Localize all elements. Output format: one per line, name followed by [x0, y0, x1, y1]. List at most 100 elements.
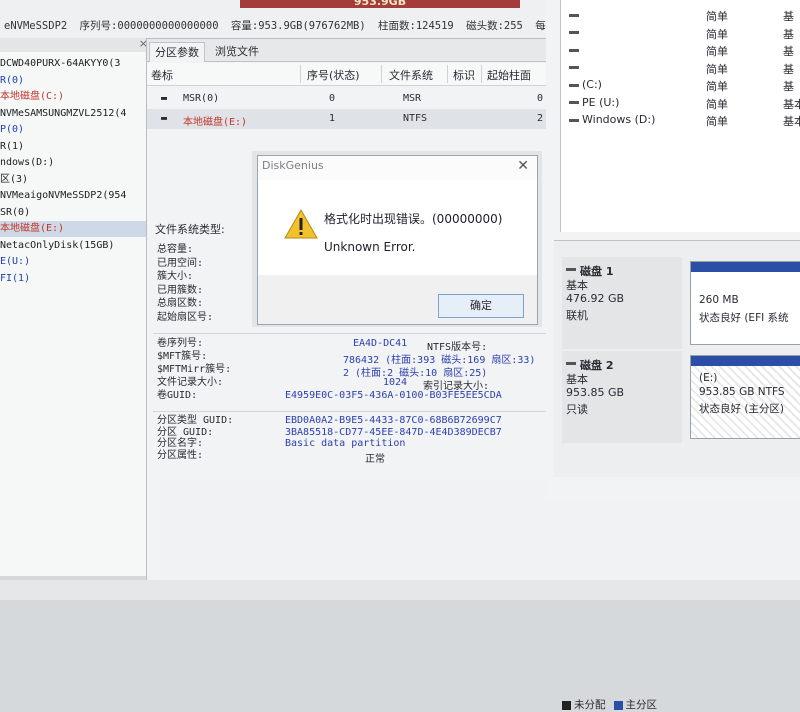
disk-layout: 磁盘 1 基本 476.92 GB 联机 260 MB 状态良好 (EFI 系统 磁盘 2基…	[554, 240, 800, 711]
volume-row[interactable]: PE (U:) 简单 基本	[561, 94, 800, 112]
disk-state: 只读	[566, 403, 588, 416]
volume-icon	[569, 83, 579, 87]
cylinders-label: 柱面数:	[377, 20, 416, 32]
volume-name	[569, 61, 582, 74]
fs-type-title: 文件系统类型:	[155, 223, 225, 236]
volume-name	[569, 26, 582, 39]
volume-row[interactable]: (C:) 简单 基	[561, 76, 800, 94]
volume-icon	[569, 66, 579, 69]
partition-block[interactable]: 260 MB 状态良好 (EFI 系统	[690, 261, 800, 345]
tree-item[interactable]: E(U:)	[0, 254, 152, 270]
disk-type: 基本	[566, 373, 588, 386]
legend-label: 主分区	[625, 699, 658, 711]
col-id[interactable]: 标识	[453, 67, 475, 83]
error-message: 格式化时出现错误。(00000000)	[324, 212, 503, 226]
volume-layout: 简单	[706, 10, 728, 23]
volume-type: 基	[783, 45, 794, 58]
ok-button[interactable]: 确定	[438, 294, 524, 318]
partition-status: 状态良好 (主分区)	[699, 403, 785, 415]
tree-item[interactable]: NVMeaigoNVMeSSDP2(954	[0, 188, 152, 204]
volume-row[interactable]: Windows (D:) 简单 基本	[561, 111, 800, 129]
legend-label: 未分配	[574, 699, 606, 711]
table-row[interactable]: ▬ MSR(0) 0 MSR 0	[147, 89, 561, 109]
ntfs-label: 文件记录大小:	[157, 377, 224, 388]
error-dialog: DiskGenius ✕ 格式化时出现错误。(00000000) Unknown…	[257, 155, 538, 325]
row-label: MSR(0)	[183, 93, 220, 104]
partition-value: 正常	[365, 453, 385, 465]
partition-name: (E:)	[699, 372, 718, 384]
tab-bar: 分区参数 浏览文件	[147, 39, 561, 62]
volume-name: Windows (D:)	[569, 113, 655, 126]
tree-item[interactable]: R(0)	[0, 73, 152, 89]
close-icon[interactable]: ✕	[517, 158, 529, 174]
disk-model: eNVMeSSDP2	[4, 20, 68, 32]
partition-value: 3BA85518-CD77-45EE-847D-4E4D389DECB7	[285, 426, 502, 438]
capacity-bar-text: 953.9GB	[353, 0, 407, 8]
disk-card[interactable]: 磁盘 2 基本 953.85 GB 只读 (E:) 953.85 GB NTFS 状态良好 …	[554, 351, 800, 443]
partition-label: 分区 GUID:	[157, 426, 214, 438]
partition-label: 分区类型 GUID:	[157, 415, 234, 426]
tab-browse-files[interactable]: 浏览文件	[210, 42, 264, 61]
dialog-body: 格式化时出现错误。(00000000) Unknown Error.	[258, 180, 537, 275]
col-volume[interactable]: 卷标	[151, 67, 173, 83]
volume-type: 基	[783, 10, 794, 23]
volume-icon	[569, 48, 579, 52]
legend-swatch	[613, 700, 623, 710]
volume-row[interactable]: 简单 基	[561, 41, 800, 59]
volume-layout: 简单	[706, 27, 728, 41]
fs-label: 已用空间:	[157, 257, 204, 269]
volume-name-text: (C:)	[582, 78, 602, 91]
volume-row[interactable]: 简单 基	[561, 6, 800, 24]
tree-item[interactable]: ndows(D:)	[0, 155, 152, 171]
col-filesystem[interactable]: 文件系统	[389, 67, 433, 83]
heads-label: 磁头数:	[466, 20, 504, 32]
tree-item[interactable]: DCWD40PURX-64AKYY0(3	[0, 56, 152, 72]
tree-item[interactable]: P(0)	[0, 122, 152, 138]
table-row[interactable]: ▬ 本地磁盘(E:) 1 NTFS 2	[147, 109, 561, 129]
partition-size: 260 MB	[699, 294, 739, 306]
fs-label: 总容量:	[157, 244, 194, 255]
heads-value: 255	[503, 20, 523, 32]
tree-item[interactable]: FI(1)	[0, 271, 152, 287]
tree-item[interactable]: 本地磁盘(C:)	[0, 89, 152, 105]
col-index[interactable]: 序号(状态)	[307, 67, 360, 83]
legend-item: 主分区	[613, 699, 658, 711]
volume-row[interactable]: 简单 基	[561, 24, 800, 42]
fs-label: 总扇区数:	[157, 298, 204, 309]
ntfs-value: 1024	[383, 377, 408, 388]
tree-item[interactable]: R(1)	[0, 139, 152, 155]
disk-card[interactable]: 磁盘 1 基本 476.92 GB 联机 260 MB 状态良好 (EFI 系统	[554, 257, 800, 349]
volume-name: PE (U:)	[569, 96, 619, 109]
tab-partition-params[interactable]: 分区参数	[149, 42, 205, 62]
serial-value: 0000000000000000	[117, 20, 219, 32]
partition-table-header: 卷标 序号(状态) 文件系统 标识 起始柱面	[147, 63, 561, 86]
serial-label: 序列号:	[79, 20, 118, 32]
volume-type: 基本	[783, 97, 800, 111]
disk-icon: ▬	[161, 93, 168, 104]
capacity-bar: 953.9GB	[240, 0, 520, 8]
ntfs-label: 卷GUID:	[157, 390, 198, 401]
capacity-value: 953.9GB(976762MB)	[258, 20, 366, 32]
disk-icon	[566, 268, 576, 271]
legend-swatch	[562, 700, 571, 710]
partition-label: 分区属性:	[157, 449, 204, 461]
tree-item[interactable]: NVMeSAMSUNGMZVL2512(4	[0, 106, 152, 122]
partition-block[interactable]: (E:) 953.85 GB NTFS 状态良好 (主分区)	[690, 355, 800, 439]
row-index: 0	[329, 93, 336, 104]
volume-layout: 简单	[706, 45, 728, 58]
dialog-title: DiskGenius	[262, 159, 324, 172]
tree-item[interactable]: NetacOnlyDisk(15GB)	[0, 238, 152, 254]
disk-label: 磁盘 1 基本 476.92 GB 联机	[562, 257, 682, 349]
ntfs-label: 卷序列号:	[157, 338, 204, 349]
volume-name	[569, 8, 582, 21]
volume-row[interactable]: 简单 基	[561, 59, 800, 77]
row-index: 1	[329, 113, 336, 124]
disk-tree[interactable]: × DCWD40PURX-64AKYY0(3 R(0) 本地磁盘(C:) NVMeSA…	[0, 38, 153, 576]
volume-type: 基	[783, 27, 794, 41]
volume-type: 基本	[783, 115, 800, 128]
tree-item[interactable]: 区(3)	[0, 172, 152, 188]
tree-item[interactable]: 本地磁盘(E:)	[0, 221, 152, 237]
ntfs-label: $MFTMirr簇号:	[157, 364, 232, 375]
tree-item[interactable]: SR(0)	[0, 205, 152, 221]
col-start-cylinder[interactable]: 起始柱面	[487, 67, 531, 83]
